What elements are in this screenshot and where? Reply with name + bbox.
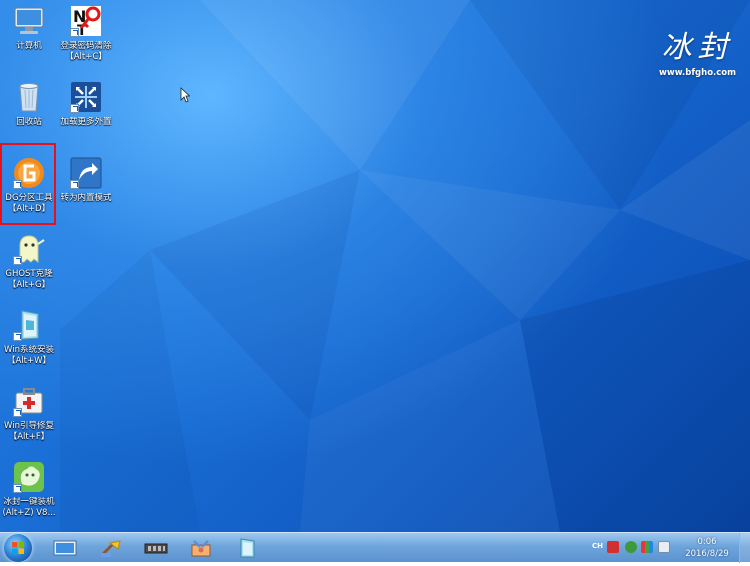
broom-icon [100, 540, 121, 557]
logo-url: www.bfgho.com [659, 68, 736, 78]
input-method-icon[interactable] [607, 541, 619, 553]
mouse-cursor-icon [180, 87, 190, 103]
icon-label: Win系统安装 【Alt+W】 [4, 345, 54, 366]
icon-label: 计算机 [16, 41, 42, 51]
taskbar-desktop-button[interactable] [52, 537, 78, 559]
selection-highlight-box [0, 143, 56, 225]
install-disc-icon [240, 538, 255, 558]
display-icon[interactable] [641, 541, 653, 553]
ghost-icon [12, 232, 46, 266]
icon-label: 登录密码清除 【Alt+C】 [60, 41, 112, 62]
toolbox-icon [191, 540, 211, 557]
network-icon[interactable] [625, 541, 637, 553]
taskbar: CH 0:06 2016/8/29 [0, 532, 750, 563]
desktop-icon-load-more[interactable]: 加载更多外置 [57, 80, 115, 128]
desktop-icon-ghost[interactable]: GHOST克隆 【Alt+G】 [0, 232, 58, 291]
icon-label: Win引导修复 【Alt+F】 [4, 421, 54, 442]
icon-label: 回收站 [16, 117, 42, 127]
shortcut-arrow-icon [70, 104, 79, 113]
icon-label: 冰封一键装机 (Alt+Z) V8... [2, 497, 56, 518]
bingfeng-logo: 冰封 www.bfgho.com [659, 22, 736, 78]
desktop[interactable]: 计算机 回收站 DG分区工具 【Alt+D】 GHOST克隆 【Alt+G】 Win… [0, 0, 750, 532]
taskbar-cleanup-button[interactable] [98, 537, 124, 559]
taskbar-tools-button[interactable] [188, 537, 214, 559]
clock-date: 2016/8/29 [685, 549, 729, 559]
switch-mode-icon [69, 156, 103, 190]
show-desktop-button[interactable] [739, 533, 750, 563]
windows-install-icon [12, 308, 46, 342]
language-indicator[interactable]: CH [592, 542, 603, 550]
shortcut-arrow-icon [13, 408, 22, 417]
bingfeng-install-icon [12, 460, 46, 494]
taskbar-install-button[interactable] [234, 537, 260, 559]
memory-chip-icon [144, 543, 168, 554]
icon-label: GHOST克隆 【Alt+G】 [5, 269, 53, 290]
password-clear-icon: NT [69, 4, 103, 38]
boot-repair-icon [12, 384, 46, 418]
desktop-icon-win-install[interactable]: Win系统安装 【Alt+W】 [0, 308, 58, 367]
shortcut-arrow-icon [13, 256, 22, 265]
taskbar-memory-button[interactable] [143, 537, 169, 559]
shortcut-arrow-icon [13, 332, 22, 341]
volume-icon[interactable] [658, 541, 670, 553]
recycle-bin-icon [12, 80, 46, 114]
shortcut-arrow-icon [70, 180, 79, 189]
desktop-window-icon [53, 540, 77, 556]
windows-logo-icon [12, 542, 24, 554]
desktop-icon-recycle-bin[interactable]: 回收站 [0, 80, 58, 128]
desktop-icon-password-clear[interactable]: NT 登录密码清除 【Alt+C】 [57, 4, 115, 63]
clock-time: 0:06 [697, 537, 717, 547]
start-button[interactable] [4, 534, 32, 562]
shortcut-arrow-icon [70, 28, 79, 37]
icon-label: 转为内置模式 [60, 193, 112, 203]
desktop-icon-computer[interactable]: 计算机 [0, 4, 58, 52]
load-more-icon [69, 80, 103, 114]
system-tray: CH 0:06 2016/8/29 [580, 533, 750, 563]
icon-label: 加载更多外置 [60, 117, 112, 127]
logo-title: 冰封 [661, 30, 734, 65]
desktop-icon-switch-mode[interactable]: 转为内置模式 [57, 156, 115, 204]
computer-icon [12, 4, 46, 38]
clock[interactable]: 0:06 2016/8/29 [682, 536, 732, 560]
desktop-icon-bingfeng-install[interactable]: 冰封一键装机 (Alt+Z) V8... [0, 460, 58, 519]
shortcut-arrow-icon [13, 484, 22, 493]
desktop-icon-boot-repair[interactable]: Win引导修复 【Alt+F】 [0, 384, 58, 443]
